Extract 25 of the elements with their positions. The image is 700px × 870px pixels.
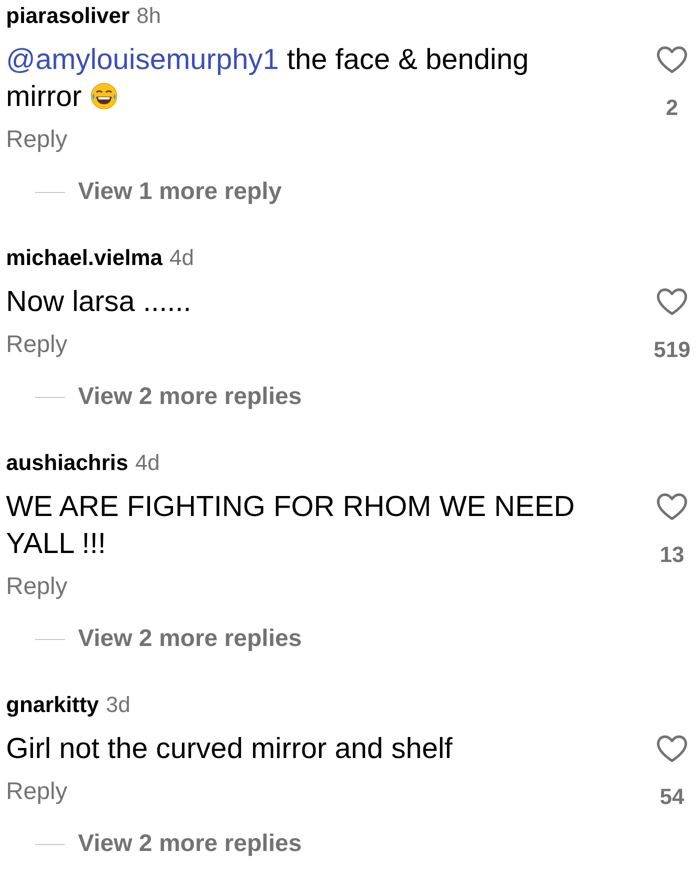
timestamp: 3d (106, 692, 130, 717)
timestamp: 8h (136, 3, 161, 28)
like-count: 54 (660, 783, 684, 811)
username[interactable]: gnarkitty (6, 692, 99, 717)
view-replies-button[interactable]: View 2 more replies (78, 828, 302, 860)
comment-text: @amylouisemurphy1 the face & bending mirror (6, 44, 529, 113)
username[interactable]: michael.vielma (6, 245, 163, 270)
reply-button[interactable]: Reply (6, 329, 68, 361)
username[interactable]: piarasoliver (6, 3, 130, 28)
comment-text: Now larsa ...... (6, 286, 192, 318)
view-replies-button[interactable]: View 2 more replies (78, 623, 302, 655)
like-count: 519 (654, 336, 690, 364)
like-count: 2 (666, 94, 678, 122)
timestamp: 4d (170, 245, 194, 270)
reply-button[interactable]: Reply (6, 571, 68, 603)
reply-button[interactable]: Reply (6, 776, 68, 808)
view-replies-button[interactable]: View 1 more reply (78, 176, 282, 208)
comment-text: Girl not the curved mirror and shelf (6, 733, 452, 765)
comment-text: WE ARE FIGHTING FOR RHOM WE NEED YALL !!! (6, 491, 575, 560)
like-count: 13 (660, 541, 684, 569)
view-replies-button[interactable]: View 2 more replies (78, 381, 302, 413)
reply-button[interactable]: Reply (6, 124, 68, 156)
timestamp: 4d (135, 450, 160, 475)
username[interactable]: aushiachris (6, 450, 128, 475)
mention-link[interactable]: @amylouisemurphy1 (6, 44, 279, 76)
